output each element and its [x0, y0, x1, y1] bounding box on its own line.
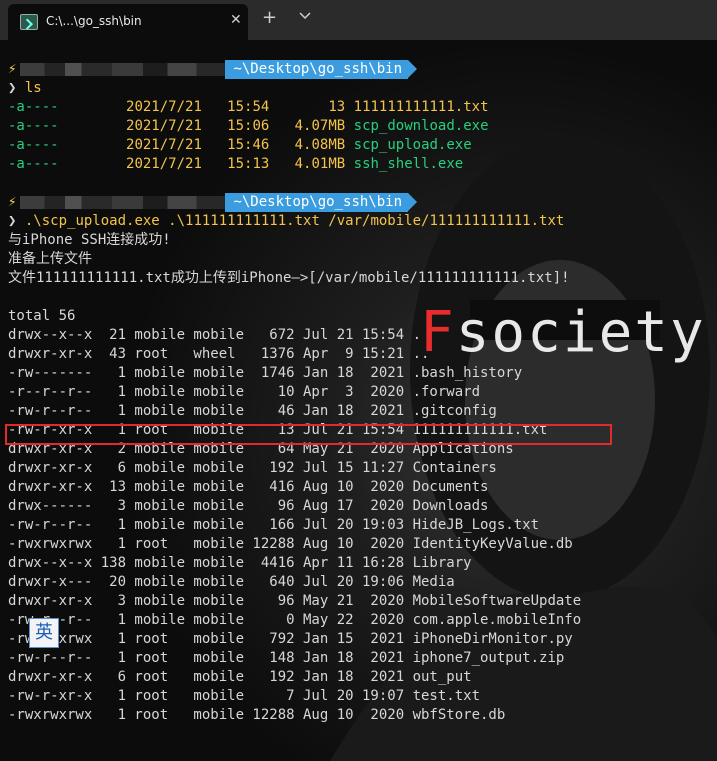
prompt-line: ⚡ ~\Desktop\go_ssh\bin — [8, 193, 713, 212]
ls-name: ssh_shell.exe — [353, 156, 464, 172]
listing-row: -rw-r--r-- 1 mobile mobile 46 Jan 18 202… — [8, 403, 497, 419]
ls-date: 2021/7/21 — [126, 137, 202, 153]
ls-name: scp_download.exe — [353, 118, 489, 134]
listing-row: drwx--x--x 138 mobile mobile 4416 Apr 11… — [8, 555, 472, 571]
listing-row: drwxr-xr-x 13 mobile mobile 416 Aug 10 2… — [8, 479, 489, 495]
listing-row: -rw-r-xr-x 1 root mobile 7 Jul 20 19:07 … — [8, 688, 481, 704]
ls-row: -a---- 2021/7/21 15:06 4.07MB scp_downlo… — [8, 117, 713, 136]
terminal-icon — [20, 14, 38, 30]
ls-mode: -a---- — [8, 156, 59, 172]
new-tab-button[interactable]: + — [262, 7, 277, 28]
redacted-username — [20, 62, 226, 76]
ls-mode: -a---- — [8, 137, 59, 153]
ls-size: 4.08MB — [294, 137, 346, 153]
listing-row: -rw-r--r-- 1 mobile mobile 166 Jul 20 19… — [8, 517, 540, 533]
listing-row: drwxr-xr-x 6 root mobile 192 Jan 18 2021… — [8, 669, 472, 685]
ls-name: 111111111111.txt — [353, 99, 489, 115]
ime-indicator[interactable]: 英 — [29, 618, 59, 648]
ls-date: 2021/7/21 — [126, 118, 202, 134]
redacted-username — [20, 195, 226, 209]
listing-row: -rwxrwxrwx 1 root mobile 792 Jan 15 2021… — [8, 631, 573, 647]
terminal-tab[interactable]: C:\...\go_ssh\bin ✕ — [8, 4, 248, 40]
ls-row: -a---- 2021/7/21 15:46 4.08MB scp_upload… — [8, 136, 713, 155]
listing-row: drwx------ 3 mobile mobile 96 Aug 17 202… — [8, 498, 489, 514]
listing-row: drwxr-xr-x 6 mobile mobile 192 Jul 15 11… — [8, 460, 497, 476]
chevron-down-icon[interactable] — [298, 9, 312, 23]
prompt-line: ⚡ ~\Desktop\go_ssh\bin — [8, 60, 713, 79]
command-line: ❯ ls — [8, 79, 713, 98]
terminal-output[interactable]: ⚡ ~\Desktop\go_ssh\bin ❯ ls -a---- 2021/7… — [8, 60, 713, 725]
bolt-icon: ⚡ — [8, 61, 17, 77]
listing-total: total 56 — [8, 308, 76, 324]
ls-output: -a---- 2021/7/21 15:54 13 111111111111.t… — [8, 98, 713, 174]
listing-row: -rw-r--r-- 1 mobile mobile 0 May 22 2020… — [8, 612, 582, 628]
path-segment: ~\Desktop\go_ssh\bin — [225, 193, 417, 212]
listing-row: drwx--x--x 21 mobile mobile 672 Jul 21 1… — [8, 327, 422, 343]
prompt-arrow-icon: ❯ — [8, 80, 17, 96]
listing-row: drwxr-x--- 20 mobile mobile 640 Jul 20 1… — [8, 574, 455, 590]
listing-row: -rw------- 1 mobile mobile 1746 Jan 18 2… — [8, 365, 523, 381]
highlight-box — [5, 424, 612, 445]
ls-date: 2021/7/21 — [126, 99, 202, 115]
listing-row: -rwxrwxrwx 1 root mobile 12288 Aug 10 20… — [8, 536, 573, 552]
command-text: ls — [24, 80, 42, 96]
tab-title: C:\...\go_ssh\bin — [46, 14, 142, 28]
title-bar: C:\...\go_ssh\bin ✕ + — [0, 0, 717, 40]
prompt-arrow-icon: ❯ — [8, 213, 17, 229]
ls-size: 4.01MB — [294, 156, 346, 172]
listing-row: -r--r--r-- 1 mobile mobile 10 Apr 3 2020… — [8, 384, 481, 400]
path-segment: ~\Desktop\go_ssh\bin — [225, 60, 417, 79]
ls-row: -a---- 2021/7/21 15:54 13 111111111111.t… — [8, 98, 713, 117]
ls-mode: -a---- — [8, 99, 59, 115]
ls-size: 4.07MB — [294, 118, 346, 134]
ls-name: scp_upload.exe — [353, 137, 472, 153]
listing-row: -rwxrwxrwx 1 root mobile 12288 Aug 10 20… — [8, 707, 506, 723]
ls-time: 15:54 — [227, 99, 270, 115]
upload-output-line: 与iPhone SSH连接成功! — [8, 232, 171, 248]
upload-output: 与iPhone SSH连接成功! 准备上传文件文件111111111111.txt… — [8, 231, 713, 288]
ls-time: 15:13 — [227, 156, 270, 172]
ls-mode: -a---- — [8, 118, 59, 134]
ls-size: 13 — [328, 99, 346, 115]
close-tab-icon[interactable]: ✕ — [230, 12, 242, 28]
ls-time: 15:06 — [227, 118, 270, 134]
ls-date: 2021/7/21 — [126, 156, 202, 172]
listing-row: drwxr-xr-x 3 mobile mobile 96 May 21 202… — [8, 593, 582, 609]
ls-time: 15:46 — [227, 137, 270, 153]
bolt-icon: ⚡ — [8, 194, 17, 210]
command-line: ❯ .\scp_upload.exe .\111111111111.txt /v… — [8, 212, 713, 231]
listing-row: drwxr-xr-x 43 root wheel 1376 Apr 9 15:2… — [8, 346, 430, 362]
ls-row: -a---- 2021/7/21 15:13 4.01MB ssh_shell.… — [8, 155, 713, 174]
upload-output-line: 文件111111111111.txt成功上传到iPhone—>[/var/mob… — [8, 270, 570, 286]
directory-listing: drwx--x--x 21 mobile mobile 672 Jul 21 1… — [8, 326, 713, 725]
upload-output-line: 准备上传文件 — [8, 251, 92, 267]
command-text: .\scp_upload.exe .\111111111111.txt /var… — [24, 213, 565, 229]
listing-row: -rw-r--r-- 1 root mobile 148 Jan 18 2021… — [8, 650, 565, 666]
